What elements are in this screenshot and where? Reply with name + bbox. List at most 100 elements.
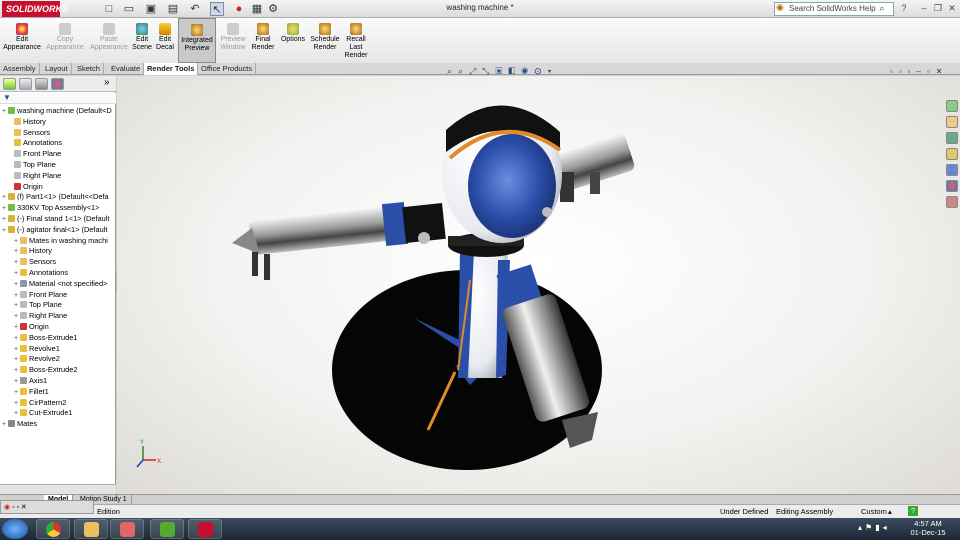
options-button[interactable]: Options bbox=[279, 18, 307, 63]
tree-item[interactable]: Front Plane bbox=[8, 149, 61, 160]
tree-item[interactable]: + Right Plane bbox=[14, 311, 67, 322]
select-icon[interactable]: ↖ bbox=[210, 2, 224, 16]
save-icon[interactable]: ▣ bbox=[144, 2, 158, 16]
configuration-manager-icon[interactable] bbox=[35, 78, 48, 90]
feature-manager-icon[interactable] bbox=[3, 78, 16, 90]
tree-item[interactable]: History bbox=[8, 117, 46, 128]
system-tray[interactable]: ▴⚑▮◂ bbox=[858, 523, 890, 532]
preview-window-button[interactable]: Preview Window bbox=[218, 18, 248, 63]
design-library-icon[interactable] bbox=[946, 116, 958, 128]
tree-item[interactable]: +330KV Top Assembly<1> bbox=[2, 203, 99, 214]
tree-item[interactable]: + (-) Final stand 1<1> (Default bbox=[2, 214, 109, 225]
tree-item[interactable]: Top Plane bbox=[8, 160, 56, 171]
robot-visor[interactable] bbox=[468, 134, 556, 238]
heads-up-view-toolbar[interactable]: ⌕⌕⤢⤡▣◧◉⚙▾ bbox=[447, 66, 557, 77]
tab-render-tools[interactable]: Render Tools bbox=[144, 63, 199, 75]
tree-item[interactable]: + Revolve1 bbox=[14, 344, 60, 355]
undo-icon[interactable]: ↶ bbox=[188, 2, 202, 16]
tree-item[interactable]: + (-) agitator final<1> (Default bbox=[2, 225, 107, 236]
tree-item[interactable]: + Cut-Extrude1 bbox=[14, 408, 73, 419]
viewport-window-controls[interactable]: ▫▫▫–▫✕ bbox=[890, 67, 949, 76]
expand-panel-icon[interactable]: » bbox=[104, 77, 110, 88]
custom-properties-icon[interactable] bbox=[946, 196, 958, 208]
tree-filter[interactable]: ▼ bbox=[0, 93, 116, 104]
tree-item[interactable]: + Mates in washing machi bbox=[14, 236, 108, 247]
tree-scrollbar[interactable] bbox=[0, 484, 116, 494]
tree-item[interactable]: Origin bbox=[8, 182, 43, 193]
tree-item[interactable]: + Boss-Extrude1 bbox=[14, 333, 77, 344]
taskbar-media[interactable] bbox=[110, 519, 144, 539]
options-icon[interactable]: ⚙ bbox=[266, 2, 280, 16]
tree-item[interactable]: + Front Plane bbox=[14, 290, 67, 301]
tree-item[interactable]: + washing machine (Default<D bbox=[2, 106, 112, 117]
tree-item[interactable]: + Revolve2 bbox=[14, 354, 60, 365]
tree-item[interactable]: Sensors bbox=[8, 128, 50, 139]
tree-item[interactable]: Right Plane bbox=[8, 171, 61, 182]
final-render-button[interactable]: Final Render bbox=[250, 18, 276, 63]
tree-item[interactable]: + (f) Part1<1> (Default<<Defa bbox=[2, 192, 109, 203]
tree-item[interactable]: + Mates bbox=[2, 419, 37, 430]
taskbar-utorrent[interactable] bbox=[150, 519, 184, 539]
edit-scene-button[interactable]: Edit Scene bbox=[131, 18, 153, 63]
tab-office-products[interactable]: Office Products bbox=[198, 63, 257, 75]
recall-last-render-button[interactable]: Recall Last Render bbox=[343, 18, 369, 63]
file-properties-icon[interactable]: ▦ bbox=[250, 2, 264, 16]
paste-appearance-button[interactable]: Paste Appearance bbox=[88, 18, 130, 63]
left-arm[interactable] bbox=[249, 207, 392, 255]
print-icon[interactable]: ▤ bbox=[166, 2, 180, 16]
solidworks-logo[interactable]: SOLIDWORKS bbox=[2, 1, 68, 17]
robot-model[interactable]: Y X bbox=[117, 76, 960, 494]
tab-layout[interactable]: Layout bbox=[42, 63, 72, 75]
file-explorer-icon[interactable] bbox=[946, 132, 958, 144]
search-icon[interactable]: ⌕ bbox=[876, 2, 888, 14]
tree-item[interactable]: + Annotations bbox=[14, 268, 68, 279]
help-status-icon[interactable]: ? bbox=[908, 506, 918, 516]
tree-item[interactable]: + Sensors bbox=[14, 257, 56, 268]
restore-icon[interactable]: ❐ bbox=[932, 2, 944, 14]
tab-assembly[interactable]: Assembly bbox=[0, 63, 40, 75]
tree-item[interactable]: + Boss-Extrude2 bbox=[14, 365, 77, 376]
tab-sketch[interactable]: Sketch bbox=[74, 63, 104, 75]
minimized-window[interactable]: ◉ ▫ ▫ ✕ bbox=[0, 500, 94, 514]
help-icon[interactable]: ? bbox=[898, 2, 910, 14]
edit-decal-button[interactable]: Edit Decal bbox=[155, 18, 175, 63]
tree-item-label: Axis1 bbox=[29, 376, 48, 385]
minimize-icon[interactable]: – bbox=[918, 2, 930, 14]
units-selector[interactable]: Custom bbox=[861, 505, 887, 518]
edit-appearance-button[interactable]: Edit Appearance bbox=[2, 18, 42, 63]
close-icon[interactable]: ✕ bbox=[946, 2, 958, 14]
clock[interactable]: 4:57 AM 01-Dec-15 bbox=[900, 519, 956, 537]
tree-item[interactable]: + Origin bbox=[14, 322, 49, 333]
units-chevron-icon[interactable]: ▴ bbox=[888, 505, 892, 518]
graphics-area[interactable]: Y X bbox=[117, 76, 960, 494]
view-palette-icon[interactable] bbox=[946, 148, 958, 160]
tree-item[interactable]: + CirPattern2 bbox=[14, 398, 66, 409]
rebuild-icon[interactable]: ● bbox=[232, 2, 246, 16]
svg-text:Y: Y bbox=[140, 440, 144, 446]
copy-appearance-button[interactable]: Copy Appearance bbox=[44, 18, 86, 63]
tree-item[interactable]: + Fillet1 bbox=[14, 387, 49, 398]
taskbar-explorer[interactable] bbox=[74, 519, 108, 539]
scenes-icon[interactable] bbox=[946, 180, 958, 192]
appearances-icon[interactable] bbox=[946, 164, 958, 176]
taskbar-chrome[interactable] bbox=[36, 519, 70, 539]
tree-item[interactable]: + Material <not specified> bbox=[14, 279, 107, 290]
tree-item[interactable]: Annotations bbox=[8, 138, 62, 149]
tree-item[interactable]: + History bbox=[14, 246, 52, 257]
part-icon bbox=[8, 193, 15, 201]
plane-icon bbox=[20, 312, 27, 320]
start-button[interactable] bbox=[2, 519, 28, 539]
resources-icon[interactable] bbox=[946, 100, 958, 112]
display-manager-icon[interactable] bbox=[51, 78, 64, 90]
tab-evaluate[interactable]: Evaluate bbox=[108, 63, 145, 75]
tree-item[interactable]: + Axis1 bbox=[14, 376, 47, 387]
feature-icon bbox=[20, 387, 27, 395]
tree-item[interactable]: + Top Plane bbox=[14, 300, 62, 311]
integrated-preview-button[interactable]: Integrated Preview bbox=[178, 18, 216, 63]
schedule-render-button[interactable]: Schedule Render bbox=[310, 18, 340, 63]
new-icon[interactable]: □ bbox=[102, 2, 116, 16]
open-icon[interactable]: ▭ bbox=[122, 2, 136, 16]
property-manager-icon[interactable] bbox=[19, 78, 32, 90]
button-label: Copy Appearance bbox=[46, 36, 84, 51]
taskbar-solidworks[interactable] bbox=[188, 519, 222, 539]
